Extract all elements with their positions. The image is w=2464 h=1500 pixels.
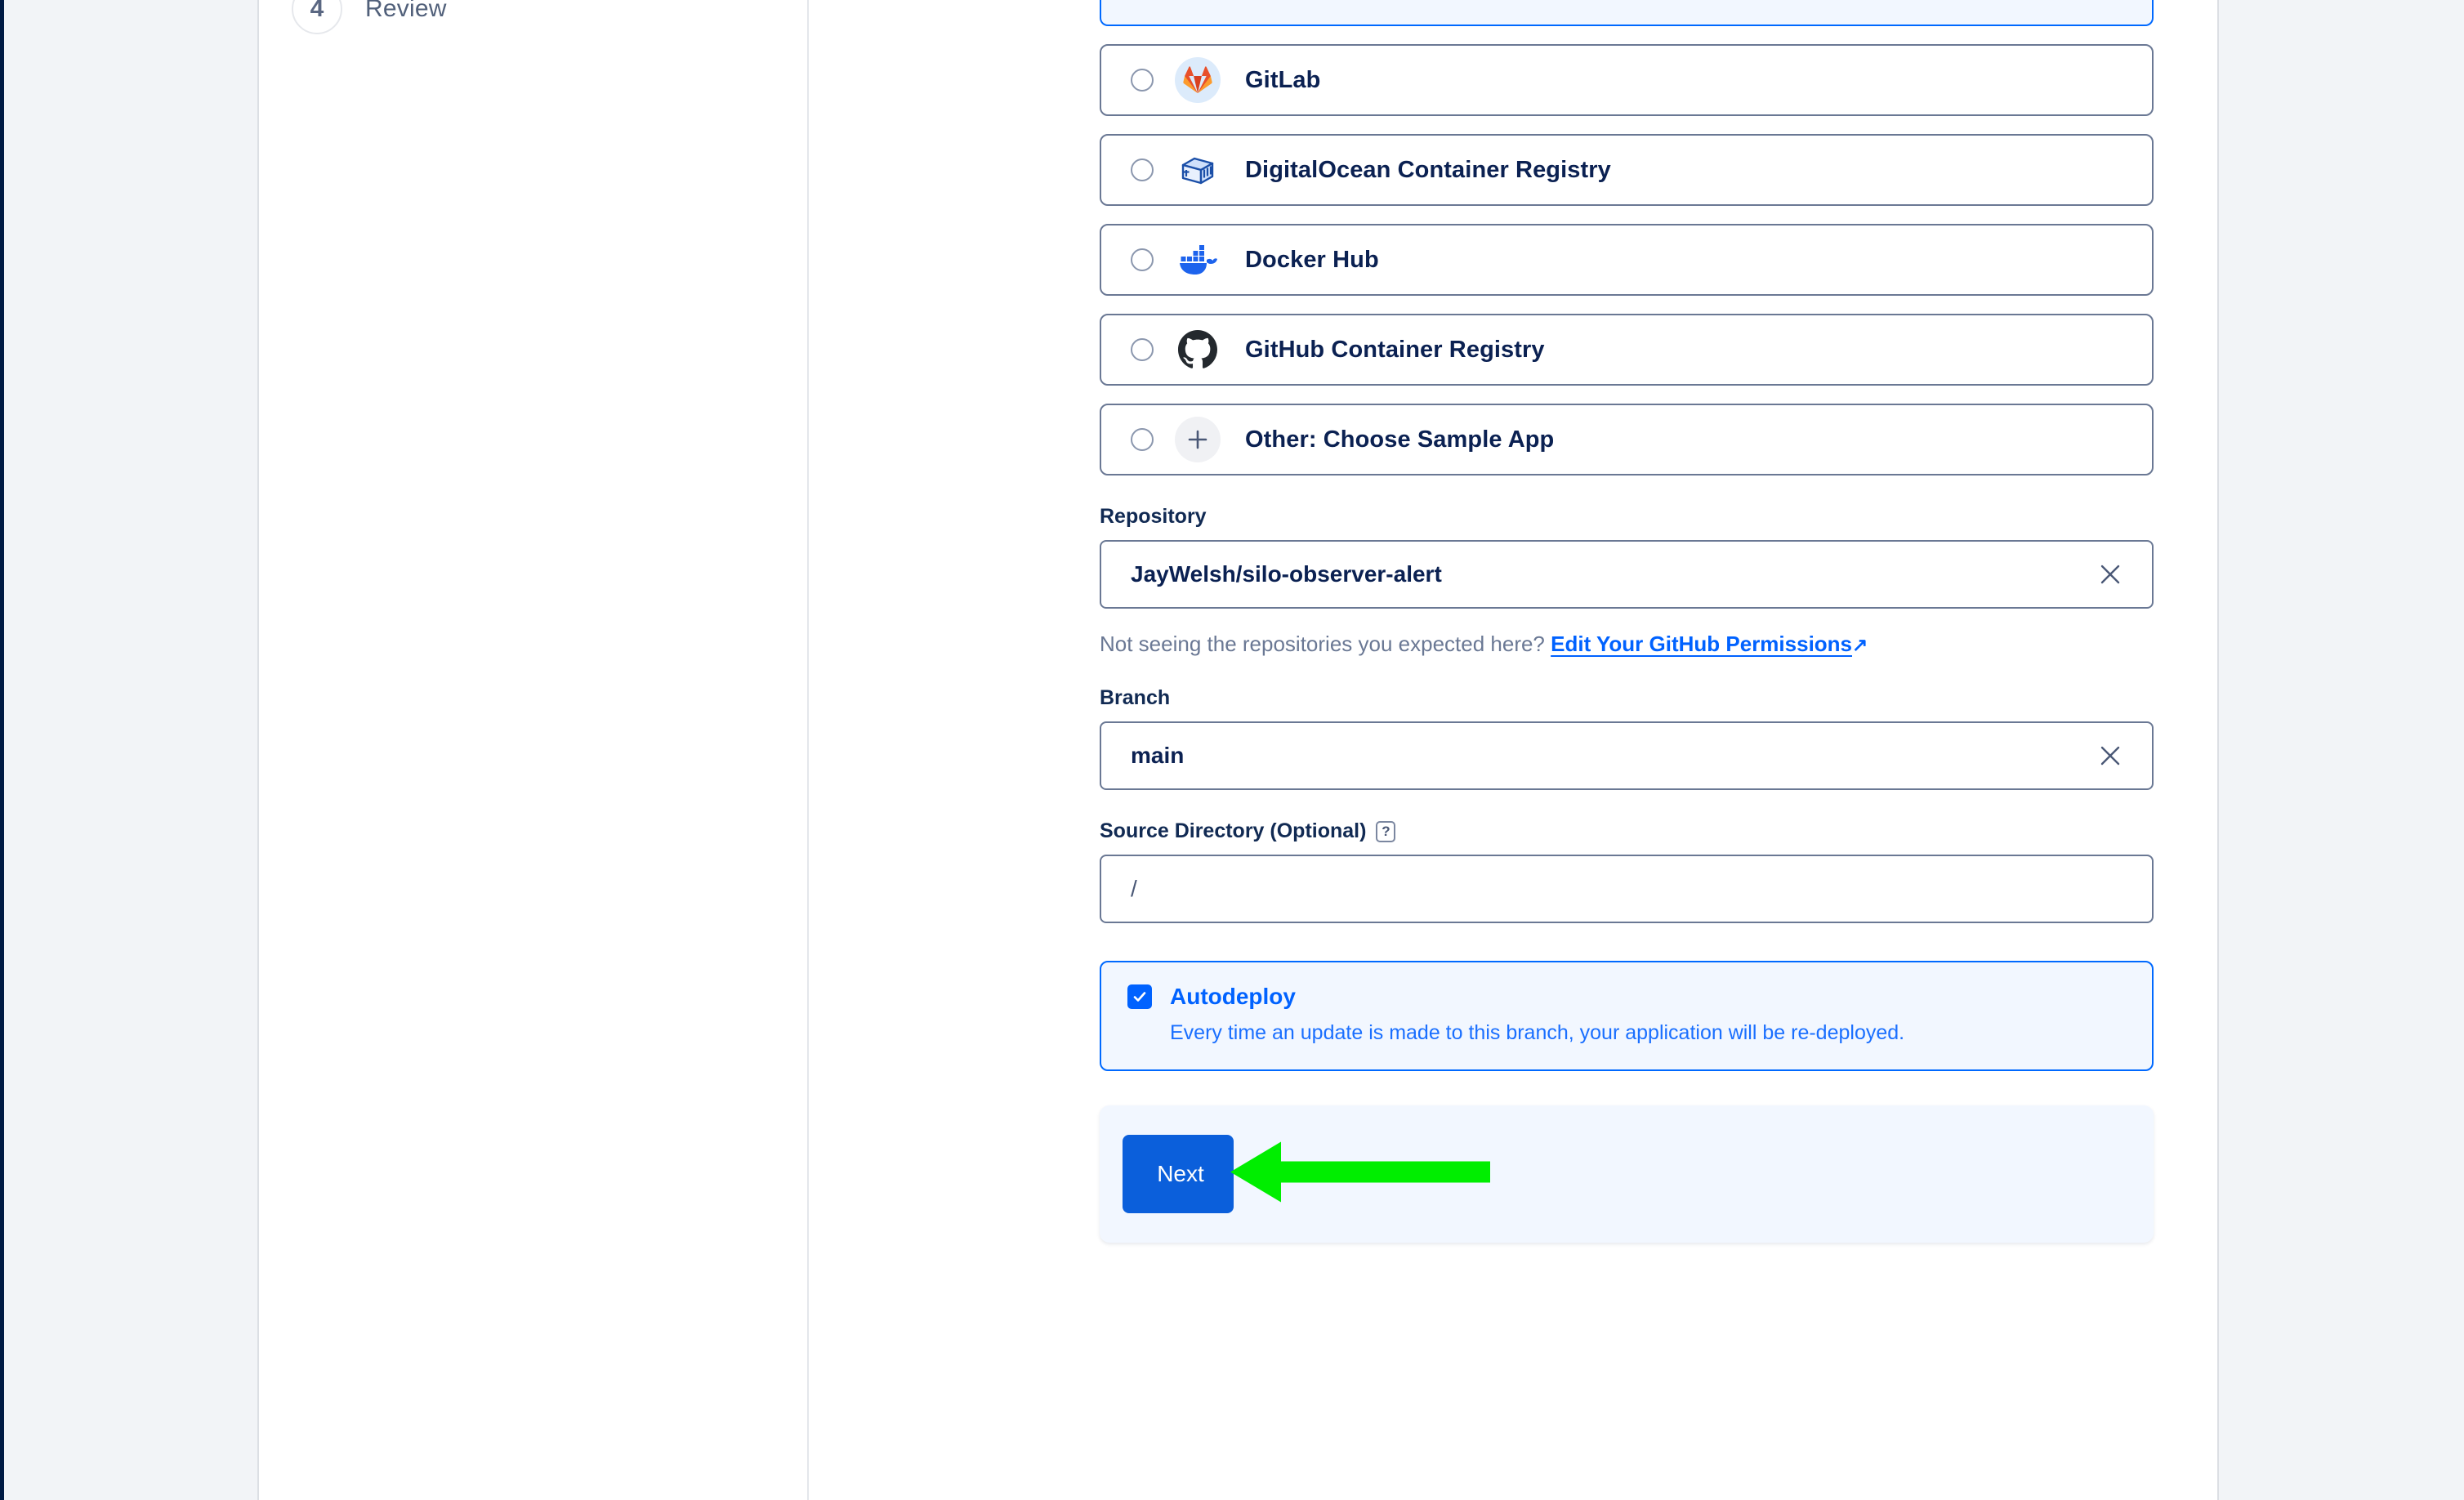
branch-label: Branch: [1100, 686, 2154, 710]
source-option-label: Docker Hub: [1245, 246, 1379, 273]
source-option-other-sample-app[interactable]: Other: Choose Sample App: [1100, 404, 2154, 475]
wizard-steps-sidebar: 4 Review: [259, 0, 809, 1500]
autodeploy-checkbox[interactable]: [1127, 984, 1152, 1009]
form-inner: GitLab DigitalOcean Container Registry D…: [1100, 0, 2154, 1243]
annotation-arrow-left: [1230, 1136, 1492, 1213]
step-label: Review: [365, 0, 447, 22]
autodeploy-description: Every time an update is made to this bra…: [1170, 1021, 1905, 1044]
source-directory-value: /: [1131, 876, 1137, 901]
docker-icon: [1175, 237, 1221, 283]
screen-root: 4 Review GitLab DigitalOcean Container R…: [0, 0, 2464, 1500]
radio-gitlab[interactable]: [1131, 69, 1154, 92]
repository-value: JayWelsh/silo-observer-alert: [1131, 561, 1442, 587]
close-icon[interactable]: [2096, 560, 2124, 588]
radio-digitalocean-container-registry[interactable]: [1131, 158, 1154, 181]
autodeploy-row: Autodeploy: [1127, 984, 2126, 1010]
source-option-label: Other: Choose Sample App: [1245, 426, 1555, 453]
next-button[interactable]: Next: [1123, 1135, 1234, 1213]
source-directory-label-text: Source Directory (Optional): [1100, 819, 1367, 842]
source-option-selected-clipped[interactable]: [1100, 0, 2154, 26]
branch-label-text: Branch: [1100, 686, 1171, 709]
source-directory-input[interactable]: /: [1100, 855, 2154, 923]
radio-other-sample-app[interactable]: [1131, 428, 1154, 451]
close-icon[interactable]: [2096, 742, 2124, 770]
github-icon: [1175, 327, 1221, 373]
repository-label: Repository: [1100, 505, 2154, 529]
source-option-docker-hub[interactable]: Docker Hub: [1100, 224, 2154, 296]
external-link-icon: ↗: [1852, 634, 1868, 655]
source-option-gitlab[interactable]: GitLab: [1100, 44, 2154, 116]
source-option-label: GitHub Container Registry: [1245, 336, 1545, 363]
page-background-right: [2217, 0, 2464, 1500]
page-background-left: [4, 0, 259, 1500]
branch-input[interactable]: main: [1100, 721, 2154, 790]
source-option-label: GitLab: [1245, 66, 1321, 93]
repository-input[interactable]: JayWelsh/silo-observer-alert: [1100, 540, 2154, 609]
plus-icon: [1175, 417, 1221, 462]
form-column: GitLab DigitalOcean Container Registry D…: [809, 0, 2217, 1500]
radio-docker-hub[interactable]: [1131, 248, 1154, 271]
next-button-label: Next: [1157, 1161, 1204, 1186]
sidebar-step-review[interactable]: 4 Review: [292, 0, 447, 34]
edit-github-permissions-label: Edit Your GitHub Permissions: [1551, 632, 1853, 656]
autodeploy-title: Autodeploy: [1170, 984, 1296, 1009]
gitlab-icon: [1175, 57, 1221, 103]
repository-label-text: Repository: [1100, 505, 1207, 528]
source-option-github-container-registry[interactable]: GitHub Container Registry: [1100, 314, 2154, 386]
source-option-digitalocean-container-registry[interactable]: DigitalOcean Container Registry: [1100, 134, 2154, 206]
radio-github-container-registry[interactable]: [1131, 338, 1154, 361]
source-option-label: DigitalOcean Container Registry: [1245, 156, 1611, 183]
help-icon[interactable]: ?: [1376, 820, 1396, 842]
step-number-badge: 4: [292, 0, 342, 34]
permissions-hint-text: Not seeing the repositories you expected…: [1100, 632, 1545, 656]
permissions-hint: Not seeing the repositories you expected…: [1100, 632, 2154, 657]
wizard-footer: Next: [1100, 1105, 2154, 1243]
autodeploy-panel[interactable]: Autodeploy Every time an update is made …: [1100, 961, 2154, 1071]
source-directory-label: Source Directory (Optional) ?: [1100, 819, 2154, 843]
edit-github-permissions-link[interactable]: Edit Your GitHub Permissions: [1551, 632, 1852, 656]
branch-value: main: [1131, 743, 1185, 768]
digitalocean-container-icon: [1175, 147, 1221, 193]
content-panel: 4 Review GitLab DigitalOcean Container R…: [259, 0, 2217, 1500]
